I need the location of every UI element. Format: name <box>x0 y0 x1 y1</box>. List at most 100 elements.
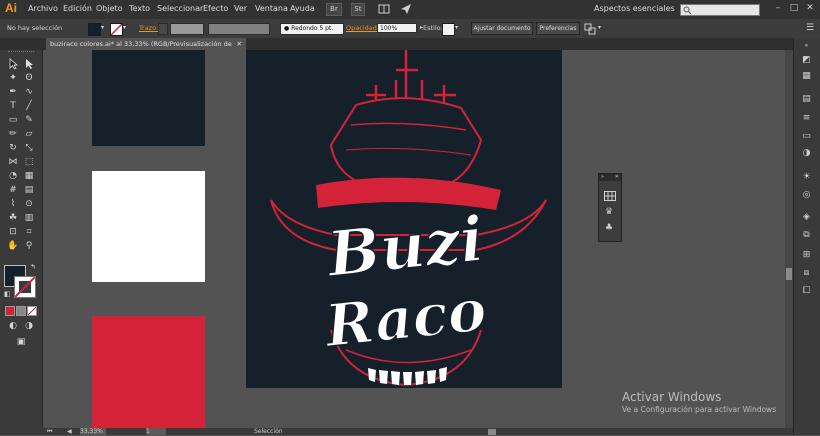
color-mode-button[interactable] <box>5 306 15 316</box>
layers-panel-icon[interactable]: ◈ <box>801 212 812 223</box>
bridge-button[interactable]: Br <box>326 3 342 16</box>
close-panel-icon[interactable]: ✕ <box>615 174 619 181</box>
color-panel-icon[interactable]: ◩ <box>801 55 812 66</box>
floating-panel-header[interactable]: » ✕ <box>599 174 621 181</box>
workspace-switcher[interactable]: Aspectos esenciales ▾ <box>594 4 685 13</box>
stroke-swatch[interactable] <box>110 23 123 36</box>
transform-panel-icon[interactable]: ⧠ <box>801 286 812 297</box>
rotate-tool-icon[interactable]: ↻ <box>6 142 20 154</box>
variable-width-profile[interactable] <box>208 23 270 35</box>
send-icon[interactable] <box>400 3 412 15</box>
swatch-red[interactable] <box>92 316 205 428</box>
appearance-panel-icon[interactable]: ☀ <box>801 172 812 183</box>
magic-wand-tool-icon[interactable]: ✦ <box>6 72 20 84</box>
graphic-styles-panel-icon[interactable]: ◎ <box>801 190 812 201</box>
type-tool-icon[interactable]: T <box>6 100 20 112</box>
symbols-icon[interactable]: ♣ <box>605 223 613 233</box>
tools-grip[interactable] <box>8 51 34 55</box>
artboard[interactable]: Buzi Raco <box>246 50 562 388</box>
lasso-tool-icon[interactable]: ʘ <box>22 72 36 84</box>
stroke-weight-stepper[interactable] <box>158 23 168 35</box>
transparency-panel-icon[interactable]: ◑ <box>801 148 812 159</box>
symbol-sprayer-tool-icon[interactable]: ☘ <box>6 212 20 224</box>
swatches-panel-icon[interactable]: ▤ <box>801 94 812 105</box>
opacity-label[interactable]: Opacidad: <box>346 24 379 32</box>
collapse-icon[interactable]: » <box>601 174 604 180</box>
menu-ventana[interactable]: Ventana <box>255 4 288 13</box>
slice-tool-icon[interactable]: ⌗ <box>22 226 36 238</box>
fill-dropdown-chevron-icon[interactable]: ▾ <box>101 24 104 31</box>
menu-archivo[interactable]: Archivo <box>28 4 58 13</box>
document-tab[interactable]: buziraco colores.ai* al 33,33% (RGB/Prev… <box>46 38 246 60</box>
perspective-grid-tool-icon[interactable]: ▦ <box>22 170 36 182</box>
shape-builder-tool-icon[interactable]: ◔ <box>6 170 20 182</box>
pathfinder-panel-icon[interactable]: ⧈ <box>801 268 812 279</box>
stroke-panel-icon[interactable]: ≡ <box>801 113 812 124</box>
style-swatch[interactable] <box>442 23 455 36</box>
align-panel-icon[interactable]: ⊞ <box>801 250 812 261</box>
menu-edicion[interactable]: Edición <box>63 4 92 13</box>
fill-swatch[interactable] <box>88 23 101 36</box>
zoom-field[interactable]: 33,33% <box>80 428 106 435</box>
line-tool-icon[interactable]: ╱ <box>22 100 36 112</box>
horizontal-scroll-thumb[interactable] <box>488 429 496 435</box>
menu-efecto[interactable]: Efecto <box>203 4 228 13</box>
close-tab-button[interactable]: ✕ <box>237 38 242 50</box>
close-window-button[interactable]: ✕ <box>804 3 816 14</box>
artboards-panel-icon[interactable]: ⧉ <box>801 230 812 241</box>
curvature-tool-icon[interactable]: ∿ <box>22 86 36 98</box>
gradient-panel-icon[interactable]: ▭ <box>801 131 812 142</box>
zoom-tool-icon[interactable]: ⚲ <box>22 240 36 252</box>
screen-mode-icon[interactable]: ▣ <box>14 336 28 348</box>
pen-tool-icon[interactable]: ✒ <box>6 86 20 98</box>
color-guide-icon[interactable]: ▦ <box>801 71 812 82</box>
brushes-icon[interactable]: ♛ <box>605 207 613 217</box>
style-chevron-icon[interactable]: ▾ <box>455 24 458 31</box>
artboard-number-field[interactable]: 1 <box>146 428 166 435</box>
menu-objeto[interactable]: Objeto <box>96 4 123 13</box>
swatch-dark[interactable] <box>92 50 205 146</box>
dock-collapse-icon[interactable]: « <box>801 40 812 51</box>
gradient-tool-icon[interactable]: ▤ <box>22 184 36 196</box>
menu-ayuda[interactable]: Ayuda <box>290 4 315 13</box>
stroke-weight-field[interactable] <box>170 23 204 35</box>
selection-tool-icon[interactable] <box>6 58 20 70</box>
arrange-documents-icon[interactable] <box>378 3 390 15</box>
blend-tool-icon[interactable]: ⊙ <box>22 198 36 210</box>
default-colors-icon[interactable]: ◧ <box>4 290 11 298</box>
rectangle-tool-icon[interactable]: ▭ <box>6 114 20 126</box>
width-tool-icon[interactable]: ⋈ <box>6 156 20 168</box>
mesh-tool-icon[interactable]: # <box>6 184 20 196</box>
eyedropper-tool-icon[interactable]: ⌇ <box>6 198 20 210</box>
brush-definition-dropdown[interactable]: ● Redondo 5 pt. <box>280 23 344 35</box>
minimize-button[interactable]: – <box>772 3 784 14</box>
swap-colors-icon[interactable]: ↰ <box>30 263 36 271</box>
hand-tool-icon[interactable]: ✋ <box>6 240 20 252</box>
none-mode-button[interactable] <box>27 306 37 316</box>
canvas-area[interactable]: Buzi Raco Activar Windows Ve a Configura… <box>43 50 785 428</box>
arrange-chevron-icon[interactable]: ▾ <box>598 24 601 31</box>
stroke-label[interactable]: Trazo: <box>139 24 158 32</box>
maximize-button[interactable]: □ <box>788 3 800 14</box>
scale-tool-icon[interactable]: ⤡ <box>22 142 36 154</box>
menu-texto[interactable]: Texto <box>129 4 150 13</box>
free-transform-tool-icon[interactable]: ⬚ <box>22 156 36 168</box>
graphic-styles-icon[interactable] <box>604 191 616 201</box>
prev-artboard-icon[interactable]: ◀ <box>67 428 72 435</box>
gradient-mode-button[interactable] <box>16 306 26 316</box>
vertical-scrollbar[interactable] <box>785 50 793 428</box>
swatch-white[interactable] <box>92 171 205 282</box>
menu-seleccionar[interactable]: Seleccionar <box>157 4 203 13</box>
eraser-tool-icon[interactable]: ▱ <box>22 128 36 140</box>
column-graph-tool-icon[interactable]: ▥ <box>22 212 36 224</box>
preferences-button[interactable]: Preferencias <box>536 22 580 35</box>
opacity-field[interactable]: 100% <box>377 23 417 33</box>
paintbrush-tool-icon[interactable]: ✎ <box>22 114 36 126</box>
arrange-icon[interactable] <box>584 23 596 35</box>
stroke-dropdown-chevron-icon[interactable]: ▾ <box>123 24 126 31</box>
adjust-document-button[interactable]: Ajustar documento <box>471 22 533 35</box>
artboard-tool-icon[interactable]: ⊡ <box>6 226 20 238</box>
stroke-color-box[interactable] <box>14 276 36 298</box>
search-input[interactable] <box>680 4 760 16</box>
pencil-tool-icon[interactable]: ✏ <box>6 128 20 140</box>
